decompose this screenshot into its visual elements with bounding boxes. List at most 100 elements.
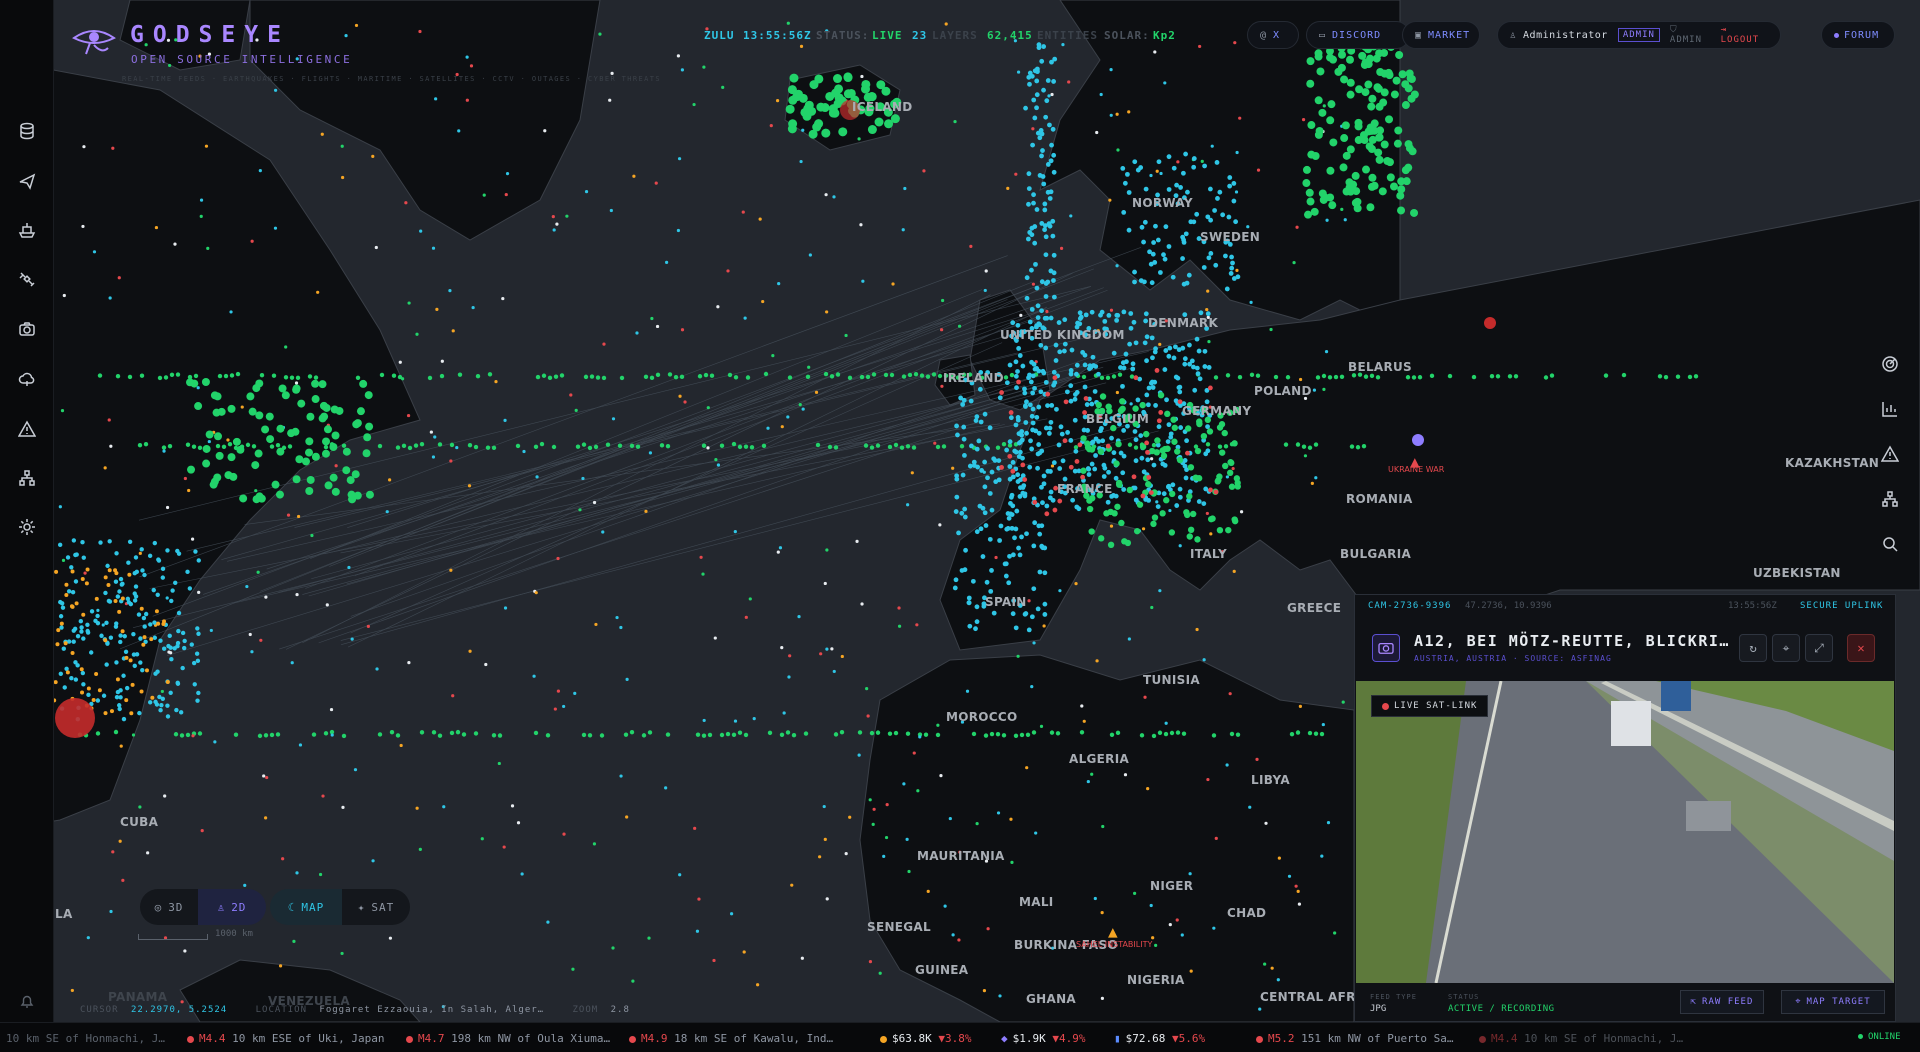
feed-type-value: JPG bbox=[1370, 1004, 1387, 1014]
entity-marker bbox=[1013, 422, 1019, 428]
entity-marker bbox=[69, 675, 74, 681]
country-label: UNITED KINGDOM bbox=[1000, 328, 1125, 342]
entity-marker bbox=[1141, 239, 1146, 245]
x-link-button[interactable]: @ X bbox=[1247, 21, 1299, 49]
entity-marker bbox=[825, 647, 829, 651]
mode-2d-button[interactable]: ♙ 2D bbox=[198, 889, 266, 925]
entity-marker bbox=[175, 680, 180, 686]
warning-icon[interactable] bbox=[1876, 440, 1904, 468]
entity-marker bbox=[196, 631, 201, 636]
entity-marker bbox=[619, 625, 623, 630]
entity-marker bbox=[1005, 511, 1011, 516]
logout-button[interactable]: ⇥ LOGOUT bbox=[1721, 25, 1768, 45]
market-button[interactable]: ▣ MARKET bbox=[1402, 21, 1480, 49]
entity-marker bbox=[1333, 931, 1337, 935]
entity-marker bbox=[1014, 385, 1019, 391]
entity-marker bbox=[1026, 201, 1031, 207]
plane-icon[interactable] bbox=[13, 167, 41, 195]
entity-marker bbox=[838, 127, 848, 137]
entity-marker bbox=[139, 547, 144, 552]
entity-marker bbox=[1214, 160, 1220, 165]
vessel-marker bbox=[719, 443, 725, 448]
bell-icon[interactable] bbox=[13, 987, 41, 1015]
entity-marker bbox=[962, 506, 968, 512]
ticker-item[interactable]: ▮ $72.68 ▼5.6% bbox=[1114, 1032, 1205, 1045]
entity-marker bbox=[70, 604, 75, 609]
entity-marker bbox=[1314, 130, 1323, 139]
entity-marker bbox=[1166, 422, 1172, 428]
entity-marker bbox=[187, 465, 196, 474]
ticker-item[interactable]: ◆ $1.9K ▼4.9% bbox=[1001, 1032, 1086, 1045]
vessel-marker bbox=[829, 374, 835, 379]
forum-button[interactable]: FORUM bbox=[1821, 21, 1895, 49]
vessel-marker bbox=[727, 372, 733, 378]
entity-marker bbox=[562, 832, 566, 836]
vessel-marker bbox=[815, 442, 821, 448]
entity-marker bbox=[1115, 112, 1119, 116]
entity-marker bbox=[1248, 805, 1252, 809]
vessel-marker bbox=[1675, 374, 1681, 379]
satellite-icon[interactable] bbox=[13, 265, 41, 293]
vessel-marker bbox=[221, 444, 227, 449]
close-button[interactable]: ✕ bbox=[1847, 634, 1875, 662]
at-icon: @ bbox=[1260, 29, 1268, 41]
app-tagline: REAL-TIME FEEDS · EARTHQUAKES · FLIGHTS … bbox=[122, 75, 661, 83]
vessel-marker bbox=[887, 731, 893, 736]
camera-icon[interactable] bbox=[13, 315, 41, 343]
ticker-item[interactable]: $63.8K ▼3.8% bbox=[880, 1032, 972, 1045]
ship-icon[interactable] bbox=[13, 216, 41, 244]
gear-icon[interactable] bbox=[13, 513, 41, 541]
entity-marker bbox=[960, 402, 966, 407]
radar-icon[interactable] bbox=[1876, 350, 1904, 378]
country-label: ROMANIA bbox=[1346, 492, 1413, 506]
entity-marker bbox=[1123, 351, 1129, 357]
raw-feed-button[interactable]: ⇱ RAW FEED bbox=[1680, 990, 1764, 1014]
entity-marker bbox=[353, 768, 358, 772]
refresh-button[interactable]: ↻ bbox=[1739, 634, 1767, 662]
entity-marker bbox=[1180, 933, 1184, 937]
entity-marker bbox=[1145, 402, 1151, 408]
entity-marker bbox=[1125, 171, 1130, 177]
ticker-item[interactable]: M5.2 151 km NW of Puerto Sa… bbox=[1256, 1032, 1453, 1045]
vessel-marker bbox=[547, 375, 553, 381]
locate-button[interactable]: ⌖ bbox=[1772, 634, 1800, 662]
mode-3d-button[interactable]: ◎ 3D bbox=[140, 889, 198, 925]
vessel-marker bbox=[1603, 373, 1609, 378]
entity-marker bbox=[1007, 464, 1013, 469]
search-icon[interactable] bbox=[1876, 530, 1904, 558]
vessel-marker bbox=[251, 444, 257, 449]
sat-style-button[interactable]: ✦ SAT bbox=[342, 889, 410, 925]
entity-marker bbox=[1185, 425, 1192, 432]
entity-marker bbox=[797, 615, 801, 619]
map-style-button[interactable]: ☾ MAP bbox=[270, 889, 342, 925]
vessel-marker bbox=[791, 733, 797, 738]
online-indicator: ONLINE bbox=[1858, 1032, 1901, 1042]
bar-chart-icon[interactable] bbox=[1876, 395, 1904, 423]
sahel-alert-icon[interactable]: ▲ bbox=[1108, 922, 1118, 941]
entity-marker bbox=[782, 711, 786, 715]
map-target-button[interactable]: ⌖ MAP TARGET bbox=[1781, 990, 1885, 1014]
ticker-item[interactable]: M4.4 10 km SE of Honmachi, J… bbox=[1479, 1032, 1683, 1045]
expand-button[interactable]: ⤢ bbox=[1805, 634, 1833, 662]
entity-marker bbox=[1109, 524, 1114, 528]
warning-icon[interactable] bbox=[13, 415, 41, 443]
network-icon[interactable] bbox=[1876, 485, 1904, 513]
entity-marker bbox=[117, 706, 122, 712]
ticker-item[interactable]: 10 km SE of Honmachi, J… bbox=[6, 1032, 165, 1045]
ticker-item[interactable]: M4.4 10 km ESE of Uki, Japan bbox=[187, 1032, 384, 1045]
entity-marker bbox=[156, 557, 161, 562]
cloud-icon[interactable] bbox=[13, 365, 41, 393]
entity-marker bbox=[209, 628, 213, 633]
network-icon[interactable] bbox=[13, 464, 41, 492]
admin-link[interactable]: ⛉ ADMIN bbox=[1670, 25, 1713, 45]
entity-marker bbox=[859, 223, 863, 227]
forum-label: FORUM bbox=[1844, 29, 1880, 41]
entity-marker bbox=[1097, 535, 1105, 542]
entity-marker bbox=[665, 260, 669, 264]
discord-button[interactable]: ▭ DISCORD bbox=[1306, 21, 1410, 49]
ticker-item[interactable]: M4.7 198 km NW of Oula Xiuma… bbox=[406, 1032, 610, 1045]
database-icon[interactable] bbox=[13, 117, 41, 145]
ticker-item[interactable]: M4.9 18 km SE of Kawalu, Ind… bbox=[629, 1032, 833, 1045]
globe-icon: ◎ bbox=[154, 900, 163, 914]
vessel-marker bbox=[1249, 372, 1255, 378]
